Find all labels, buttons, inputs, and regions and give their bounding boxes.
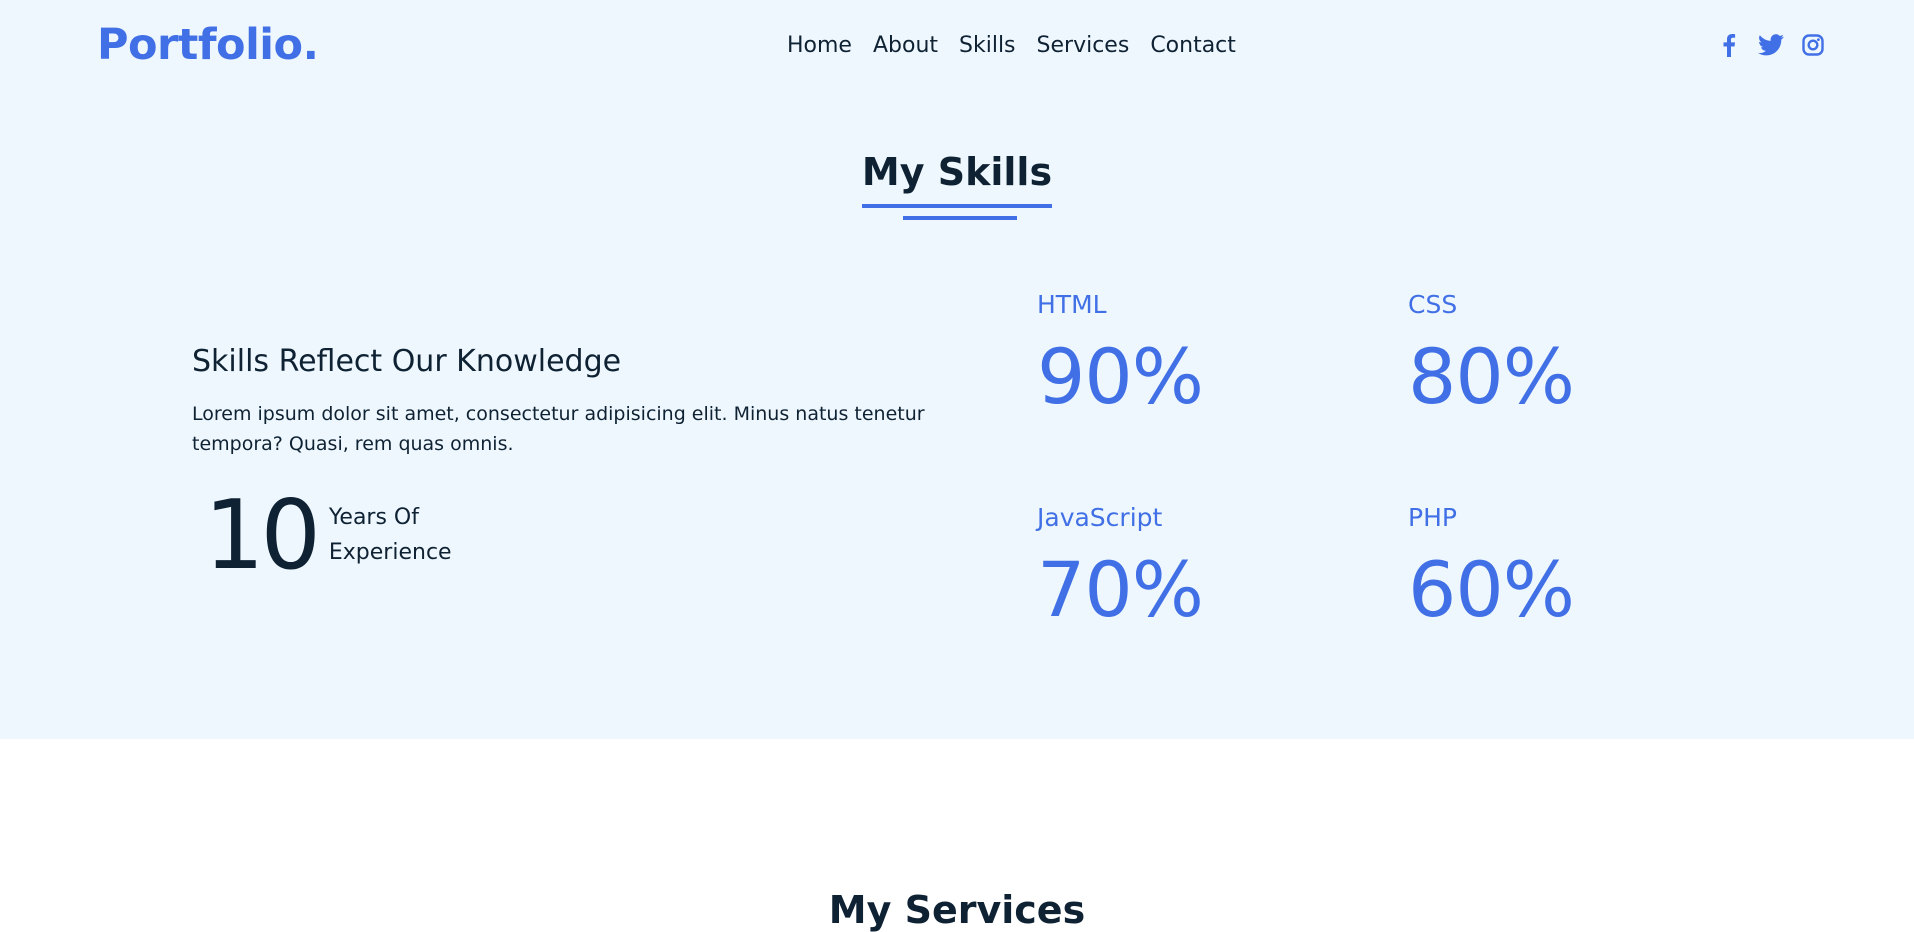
skills-heading: Skills Reflect Our Knowledge: [192, 344, 622, 379]
services-section-title: My Services: [828, 888, 1086, 932]
skill-css: CSS 80%: [1408, 290, 1708, 417]
skills-intro: Skills Reflect Our Knowledge Lorem ipsum…: [192, 344, 982, 459]
skill-value: 70%: [1037, 545, 1204, 634]
navbar: Portfolio. Home About Skills Services Co…: [0, 0, 1914, 95]
nav-links: Home About Skills Services Contact: [787, 33, 1236, 58]
logo[interactable]: Portfolio.: [97, 20, 319, 70]
section-title: My Skills: [861, 150, 1053, 208]
twitter-icon[interactable]: [1758, 32, 1784, 58]
facebook-icon[interactable]: [1716, 32, 1742, 58]
nav-link-services[interactable]: Services: [1037, 33, 1130, 58]
skill-name: CSS: [1408, 290, 1458, 319]
skills-description: Lorem ipsum dolor sit amet, consectetur …: [192, 403, 925, 455]
nav-link-contact[interactable]: Contact: [1150, 33, 1236, 58]
skill-php: PHP 60%: [1408, 503, 1708, 630]
skill-value: 60%: [1408, 545, 1575, 634]
nav-link-about[interactable]: About: [873, 33, 938, 58]
instagram-icon[interactable]: [1800, 32, 1826, 58]
skill-name: HTML: [1037, 290, 1107, 319]
skill-value: 90%: [1037, 332, 1204, 421]
nav-link-home[interactable]: Home: [787, 33, 852, 58]
section-title-wrap: My Skills: [0, 150, 1914, 208]
skill-name: PHP: [1408, 503, 1457, 532]
experience-label: Years Of Experience: [328, 505, 452, 565]
title-underline: [903, 216, 1017, 220]
skill-html: HTML 90%: [1037, 290, 1337, 417]
skill-javascript: JavaScript 70%: [1037, 503, 1337, 630]
skill-name: JavaScript: [1037, 503, 1163, 532]
experience-block: 10 Years Of Experience: [204, 486, 479, 586]
nav-link-skills[interactable]: Skills: [959, 33, 1016, 58]
skills-section: Portfolio. Home About Skills Services Co…: [0, 0, 1914, 739]
skill-value: 80%: [1408, 332, 1575, 421]
social-links: [1716, 32, 1826, 58]
experience-number: 10: [204, 481, 321, 591]
